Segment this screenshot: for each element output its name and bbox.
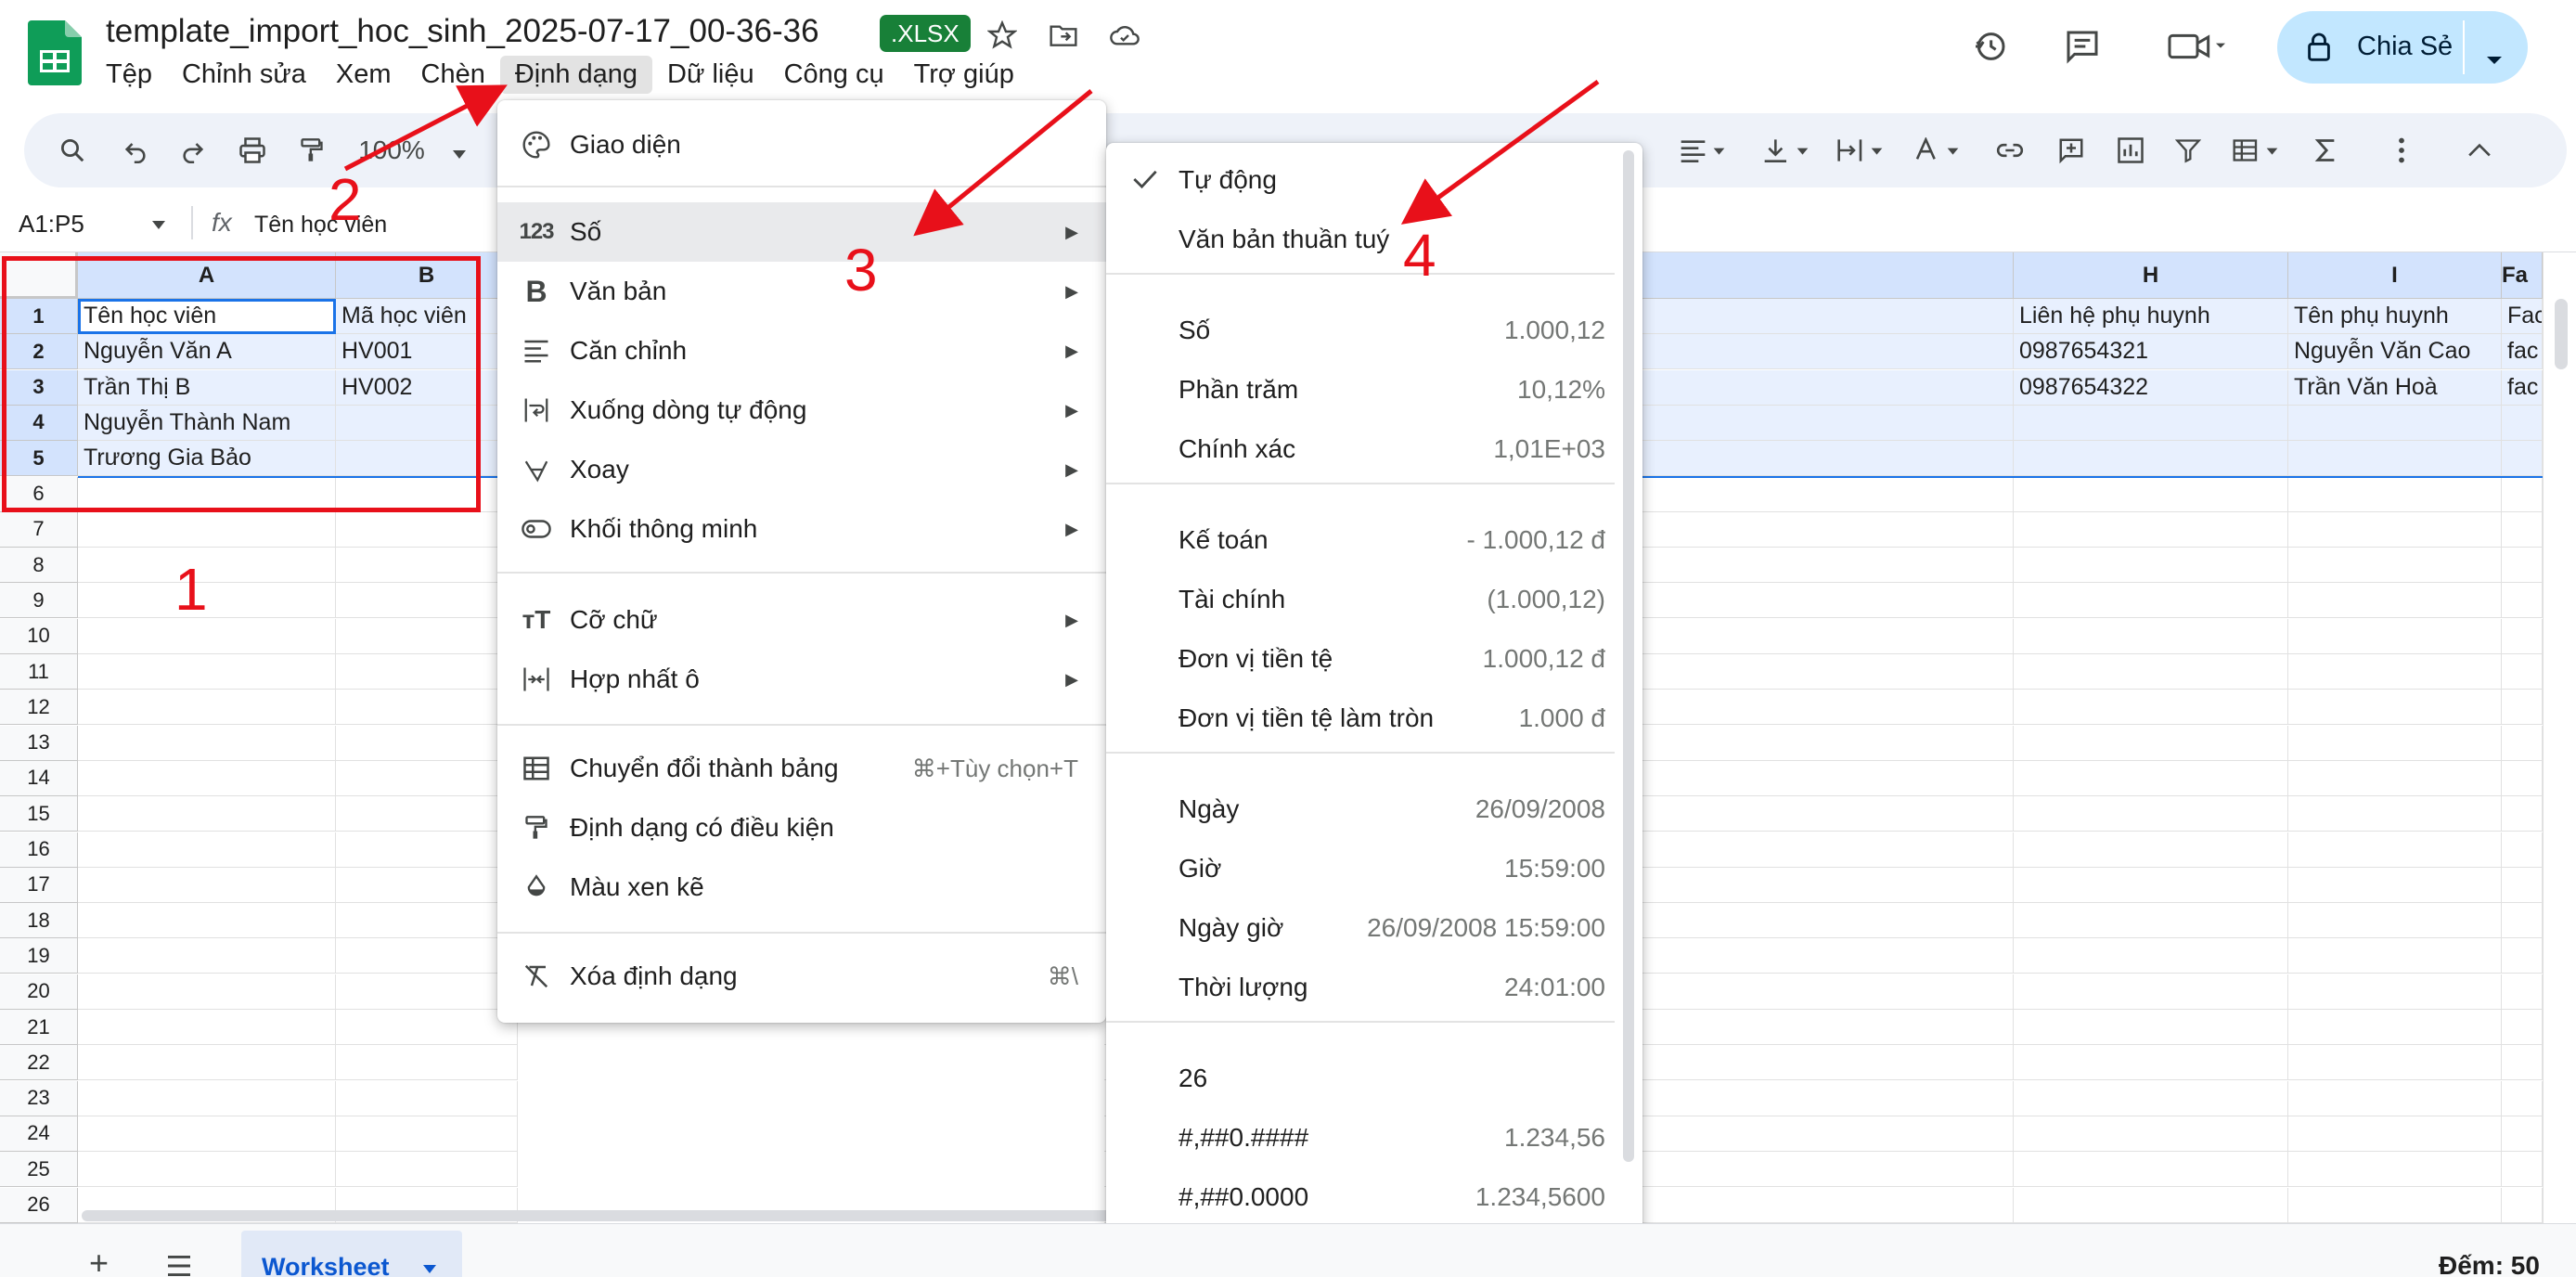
add-sheet-icon[interactable]: + [89, 1246, 109, 1277]
arrow-4 [1400, 79, 1600, 225]
annotation-label-2: 2 [328, 166, 362, 233]
all-sheets-icon[interactable] [165, 1255, 193, 1277]
annotation-label-4: 4 [1403, 222, 1436, 289]
annotation-label-3: 3 [844, 237, 878, 303]
sheet-tab-worksheet[interactable]: Worksheet [241, 1231, 462, 1277]
arrow-3 [913, 89, 1093, 237]
annotation-label-1: 1 [174, 556, 208, 623]
status-count[interactable]: Đếm: 50 [2439, 1251, 2540, 1277]
annotation-arrows [343, 79, 1600, 237]
arrow-2 [343, 84, 508, 172]
sheet-tab-dropdown-icon[interactable] [423, 1261, 436, 1277]
